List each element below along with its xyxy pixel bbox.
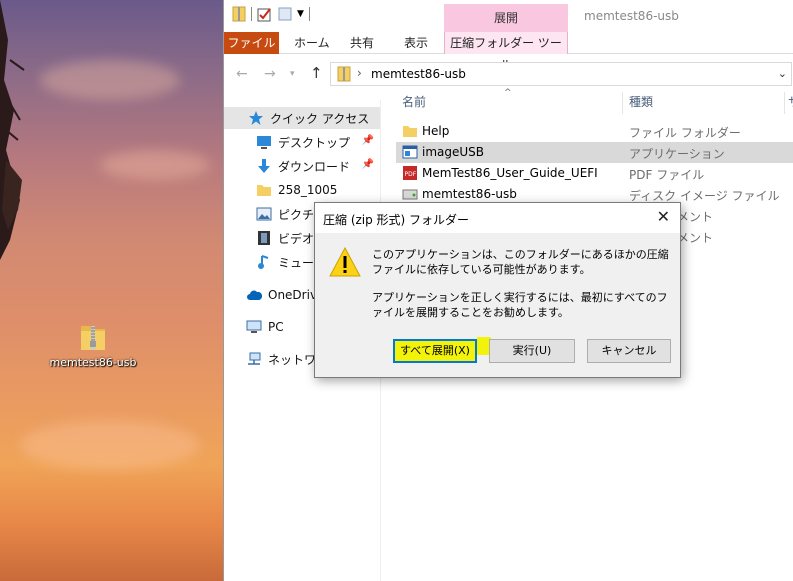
title-bar: ▼ 展開 memtest86-usb: [224, 0, 793, 32]
desktop-zip-folder[interactable]: memtest86-usb: [48, 322, 138, 369]
sky-cloud: [40, 60, 180, 100]
tree-silhouette: [0, 0, 25, 260]
up-arrow-icon[interactable]: ↑: [310, 64, 323, 82]
file-row-user-guide[interactable]: PDF MemTest86_User_Guide_UEFI PDF ファイル: [396, 163, 793, 184]
chevron-down-icon[interactable]: ▼: [297, 9, 304, 19]
dialog-title-bar: 圧縮 (zip 形式) フォルダー ✕: [315, 203, 680, 233]
sky-cloud: [100, 150, 210, 180]
pdf-icon: PDF: [402, 165, 418, 181]
file-name: Help: [422, 124, 450, 138]
warning-icon: [329, 247, 361, 277]
new-folder-icon[interactable]: [278, 6, 292, 22]
address-box[interactable]: › memtest86-usb ⌄: [330, 62, 792, 86]
nav-label: PC: [268, 320, 284, 334]
quick-access-toolbar: ▼: [232, 6, 310, 22]
column-header-name[interactable]: 名前: [402, 86, 426, 118]
video-icon: [256, 230, 272, 246]
nav-label: 258_1005: [278, 183, 338, 197]
separator: [308, 7, 310, 21]
zip-folder-icon: [81, 326, 105, 350]
tab-compressed-folder-tools[interactable]: 圧縮フォルダー ツール: [444, 32, 568, 72]
address-path: memtest86-usb: [371, 67, 466, 81]
nav-label: デスクトップ: [278, 135, 351, 150]
nav-label: ビデオ: [278, 231, 315, 246]
dialog-title: 圧縮 (zip 形式) フォルダー: [323, 213, 470, 227]
column-header-type[interactable]: 種類: [629, 86, 653, 118]
nav-item-desktop[interactable]: デスクトップ 📌: [224, 131, 380, 153]
desktop-icon-label: memtest86-usb: [49, 356, 137, 369]
column-header-extra[interactable]: サ: [788, 86, 793, 118]
file-row-help[interactable]: Help ファイル フォルダー: [396, 121, 793, 142]
desktop-background: memtest86-usb: [0, 0, 223, 581]
close-icon[interactable]: ✕: [657, 207, 670, 226]
forward-arrow-icon[interactable]: →: [264, 66, 276, 82]
tab-home[interactable]: ホーム: [294, 32, 330, 54]
file-type: アプリケーション: [629, 147, 725, 161]
properties-icon[interactable]: [257, 6, 273, 22]
tab-share[interactable]: 共有: [350, 32, 374, 54]
recent-chevron-icon[interactable]: ▾: [290, 69, 295, 79]
desktop-icon: [256, 134, 272, 150]
run-button[interactable]: 実行(U): [489, 339, 575, 363]
computer-icon: [246, 319, 262, 335]
window-title: memtest86-usb: [584, 9, 679, 23]
pin-icon[interactable]: 📌: [362, 159, 374, 170]
cloud-icon: [246, 287, 262, 303]
column-separator[interactable]: [784, 92, 785, 114]
back-arrow-icon[interactable]: ←: [236, 66, 248, 82]
dialog-message-recommendation: アプリケーションを正しく実行するには、最初にすべてのファイルを展開することをお勧…: [372, 291, 668, 319]
file-name: memtest86-usb: [422, 187, 517, 201]
disk-image-icon: [402, 186, 418, 202]
file-name: imageUSB: [422, 145, 485, 159]
breadcrumb-chevron-icon[interactable]: ›: [357, 66, 362, 80]
nav-label: ダウンロード: [278, 159, 351, 174]
cancel-button[interactable]: キャンセル: [587, 339, 671, 363]
network-icon: [246, 351, 262, 367]
extract-all-button[interactable]: すべて展開(X): [393, 339, 477, 363]
extract-context-tab-header[interactable]: 展開: [444, 4, 568, 32]
svg-text:PDF: PDF: [405, 171, 417, 178]
star-icon: [248, 110, 264, 126]
column-separator[interactable]: [622, 92, 623, 114]
nav-item-quick-access[interactable]: クイック アクセス: [224, 107, 380, 129]
zip-folder-icon: [337, 66, 351, 82]
compressed-folder-dialog: 圧縮 (zip 形式) フォルダー ✕ このアプリケーションは、このフォルダーに…: [314, 202, 681, 378]
sort-up-icon: ^: [504, 88, 512, 98]
nav-item-folder[interactable]: 258_1005: [224, 179, 380, 201]
address-bar-row: ← → ▾ ↑ › memtest86-usb ⌄: [224, 60, 793, 88]
folder-icon: [256, 182, 272, 198]
dialog-body: このアプリケーションは、このフォルダーにあるほかの圧縮ファイルに依存している可能…: [315, 233, 680, 377]
tab-file[interactable]: ファイル: [224, 32, 279, 54]
ribbon-tabs: ファイル ホーム 共有 表示 圧縮フォルダー ツール: [224, 32, 793, 72]
tab-view[interactable]: 表示: [404, 32, 428, 54]
file-name: MemTest86_User_Guide_UEFI: [422, 166, 598, 180]
music-icon: [256, 254, 272, 270]
chevron-down-icon[interactable]: ⌄: [778, 67, 787, 80]
zip-folder-icon[interactable]: [232, 6, 246, 22]
nav-item-downloads[interactable]: ダウンロード 📌: [224, 155, 380, 177]
nav-label: クイック アクセス: [270, 111, 370, 126]
file-row-imageusb[interactable]: imageUSB アプリケーション: [396, 142, 793, 163]
sky-cloud: [20, 420, 200, 470]
folder-icon: [402, 123, 418, 139]
download-icon: [256, 158, 272, 174]
dialog-message-dependency: このアプリケーションは、このフォルダーにあるほかの圧縮ファイルに依存している可能…: [372, 248, 669, 276]
pin-icon[interactable]: 📌: [362, 135, 374, 146]
separator: [251, 7, 252, 21]
file-type: ファイル フォルダー: [629, 126, 741, 140]
pictures-icon: [256, 206, 272, 222]
application-icon: [402, 144, 418, 160]
file-type: PDF ファイル: [629, 168, 705, 182]
